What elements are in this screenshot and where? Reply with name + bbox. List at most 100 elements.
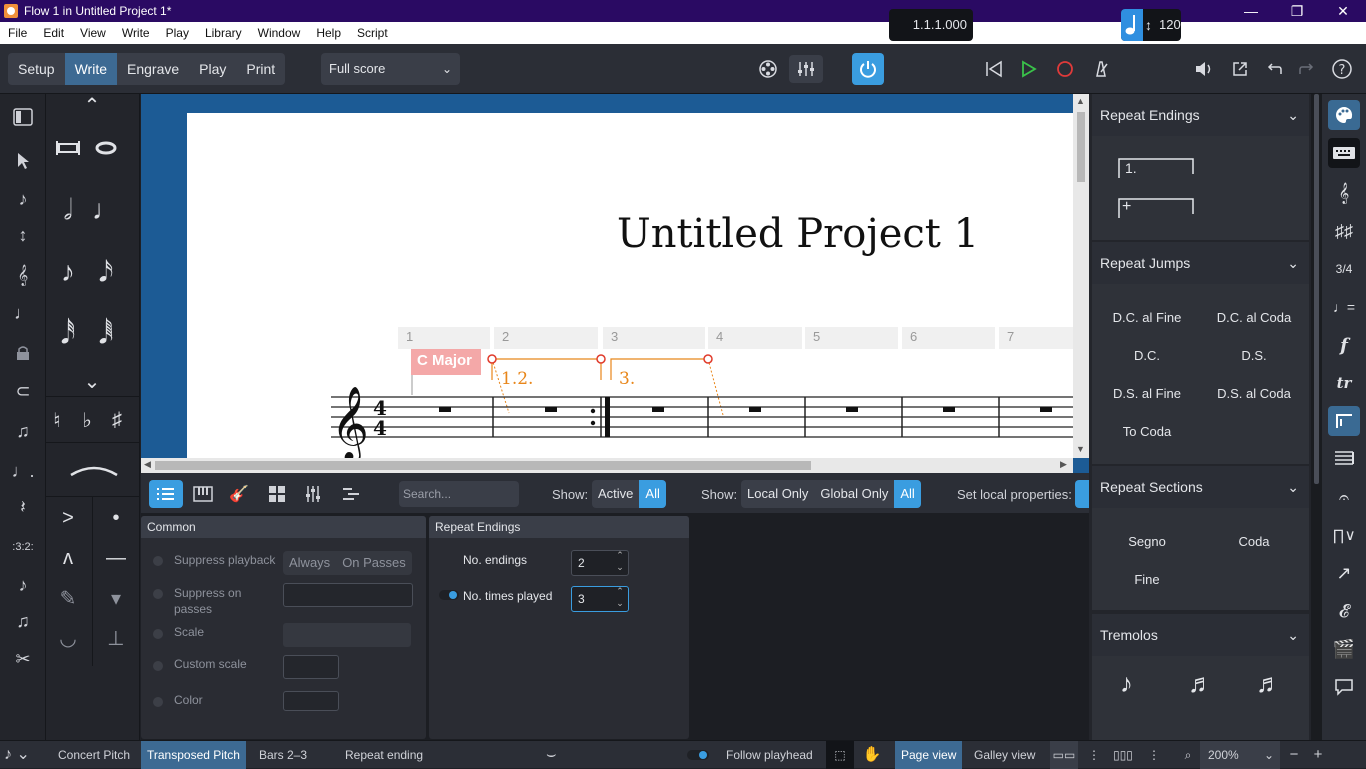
ear-icon[interactable]: 𝓔 [1328,596,1360,626]
mode-write[interactable]: Write [64,53,118,85]
dc-button[interactable]: D.C. [1097,348,1197,363]
sixteenth-note-icon[interactable]: 𝅘𝅥𝅯 [86,252,126,292]
zoom-select[interactable]: 200% ⌄ [1200,741,1280,769]
sharp-icon[interactable]: ♯ [102,400,132,440]
mode-print[interactable]: Print [236,53,285,85]
breve-icon[interactable] [48,128,88,168]
scissors-icon[interactable]: ✂ [8,646,38,672]
note-input-icon[interactable]: ♪ [8,186,38,212]
properties-search-input[interactable]: Search... [399,481,519,507]
no-endings-stepper[interactable]: 2 ⌃ ⌄ [571,550,629,576]
hand-tool-icon[interactable]: ✋ [860,741,884,769]
always-button[interactable]: Always [283,551,336,575]
zoom-in-button[interactable]: + [1308,741,1328,769]
marcato-icon[interactable]: ʌ [48,538,88,578]
tuplet-3-2-icon[interactable]: :3:2: [8,534,38,560]
score-horizontal-scrollbar[interactable]: ◀ ▶ [141,458,1073,473]
pitch-change-icon[interactable]: ↕ [8,222,38,248]
clapperboard-icon[interactable]: 🎬 [1328,634,1360,664]
stepper-down-icon[interactable]: ⌄ [614,591,626,615]
suppress-on-passes-toggle[interactable] [153,589,163,599]
repeat-jumps-section-header[interactable]: Repeat Jumps ⌄ [1092,242,1309,284]
accent-icon[interactable]: > [48,498,88,538]
score-vertical-scrollbar[interactable]: ▲ ▼ [1073,94,1089,458]
stem-direction-icon[interactable]: ♫ [8,608,38,634]
single-pages-horizontal-icon[interactable]: ▯▯▯ [1112,741,1134,769]
piano-keyboard-icon[interactable] [189,480,217,508]
on-passes-button[interactable]: On Passes [336,551,412,575]
hide-panel-icon[interactable] [8,104,38,130]
score-page[interactable]: Untitled Project 1 1 2 3 4 5 6 7 C Major… [187,113,1073,458]
to-coda-button[interactable]: To Coda [1097,424,1197,439]
menu-view[interactable]: View [72,26,114,40]
local-only-button[interactable]: Local Only [741,480,814,508]
comment-icon[interactable] [1328,672,1360,702]
spreads-horizontal-icon[interactable]: ▭▭ [1050,741,1078,769]
insert-mode-icon[interactable]: ⊂ [8,378,38,404]
tremolo-three-strokes-icon[interactable]: ♬ [1256,668,1282,699]
marquee-select-icon[interactable]: ⬚ [826,741,854,769]
video-reel-icon[interactable] [754,55,782,83]
stress-icon[interactable]: ⊥ [96,618,136,658]
scroll-thumb[interactable] [1077,112,1085,182]
thirty-second-note-icon[interactable]: 𝅘𝅥𝅰 [48,314,88,354]
ornaments-icon[interactable]: tr [1328,368,1360,398]
segno-button[interactable]: Segno [1097,534,1197,549]
chevron-up-icon[interactable]: ⌃ [72,94,112,117]
export-icon[interactable] [1226,55,1254,83]
whole-note-icon[interactable] [86,128,126,168]
menu-file[interactable]: File [0,26,35,40]
wedge-icon[interactable]: ▾ [96,578,136,618]
right-panel-scrollbar[interactable] [1311,94,1322,740]
record-icon[interactable] [1052,55,1078,83]
guitar-icon[interactable]: 🎸 [225,480,253,508]
clef-icon[interactable]: 𝄞 [1328,178,1360,208]
add-ending-button[interactable]: + [1118,198,1194,218]
scroll-thumb[interactable] [1314,94,1319,484]
tremolo-tool-icon[interactable]: 𝄞 [8,262,38,288]
grace-note-icon[interactable]: ♪ [8,572,38,598]
repeat-structures-icon[interactable] [1328,406,1360,436]
power-icon[interactable] [852,53,884,85]
fermata-icon[interactable]: ◡ [48,618,88,658]
mode-engrave[interactable]: Engrave [117,53,189,85]
half-note-icon[interactable]: 𝅗𝅥 [48,190,88,230]
palette-icon[interactable] [1328,100,1360,130]
suppress-on-passes-field[interactable] [283,583,413,607]
stepper-down-icon[interactable]: ⌄ [614,555,626,579]
undo-icon[interactable] [1261,55,1287,83]
concert-pitch-button[interactable]: Concert Pitch [52,741,136,769]
custom-scale-field[interactable] [283,655,339,679]
menu-help[interactable]: Help [308,26,349,40]
expand-lower-zone-icon[interactable]: ⌣ [546,741,557,769]
grid-icon[interactable] [263,480,291,508]
select-arrow-icon[interactable] [8,148,38,174]
color-field[interactable] [283,691,339,711]
tuplet-tool-icon[interactable]: ♩ [8,300,38,326]
show-all-button[interactable]: All [639,480,666,508]
no-times-played-stepper[interactable]: 3 ⌃ ⌄ [571,586,629,612]
natural-icon[interactable]: ♮ [42,400,72,440]
play-icon[interactable] [1015,55,1041,83]
mixer-icon[interactable] [789,55,823,83]
quarter-note-icon[interactable]: ♩ [86,190,126,230]
maximize-button[interactable]: ❐ [1274,0,1320,22]
menu-edit[interactable]: Edit [35,26,72,40]
follow-playhead-switch[interactable] [687,750,709,760]
mode-play[interactable]: Play [189,53,236,85]
tremolo-one-stroke-icon[interactable]: ♪ [1120,668,1133,699]
scope-all-button[interactable]: All [894,480,921,508]
time-signature-icon[interactable]: 3/4 [1328,254,1360,284]
page-view-button[interactable]: Page view [895,741,963,769]
holds-and-pauses-icon[interactable]: 𝄐 [1328,482,1360,512]
staff-notation[interactable]: 𝄞 4 4 [187,113,1073,458]
keyboard-icon[interactable] [1328,138,1360,168]
help-icon[interactable]: ? [1328,55,1356,83]
tempo-mark-icon[interactable]: ♩= [1328,292,1360,322]
eighth-note-icon[interactable]: ♪ [48,252,88,292]
spreads-vertical-icon[interactable]: ⋮ [1086,741,1102,769]
set-local-toggle[interactable] [1075,480,1089,508]
staccato-icon[interactable]: • [96,498,136,538]
lines-icon[interactable]: ↗ [1328,558,1360,588]
dotted-note-icon[interactable]: ♩. [8,458,38,484]
